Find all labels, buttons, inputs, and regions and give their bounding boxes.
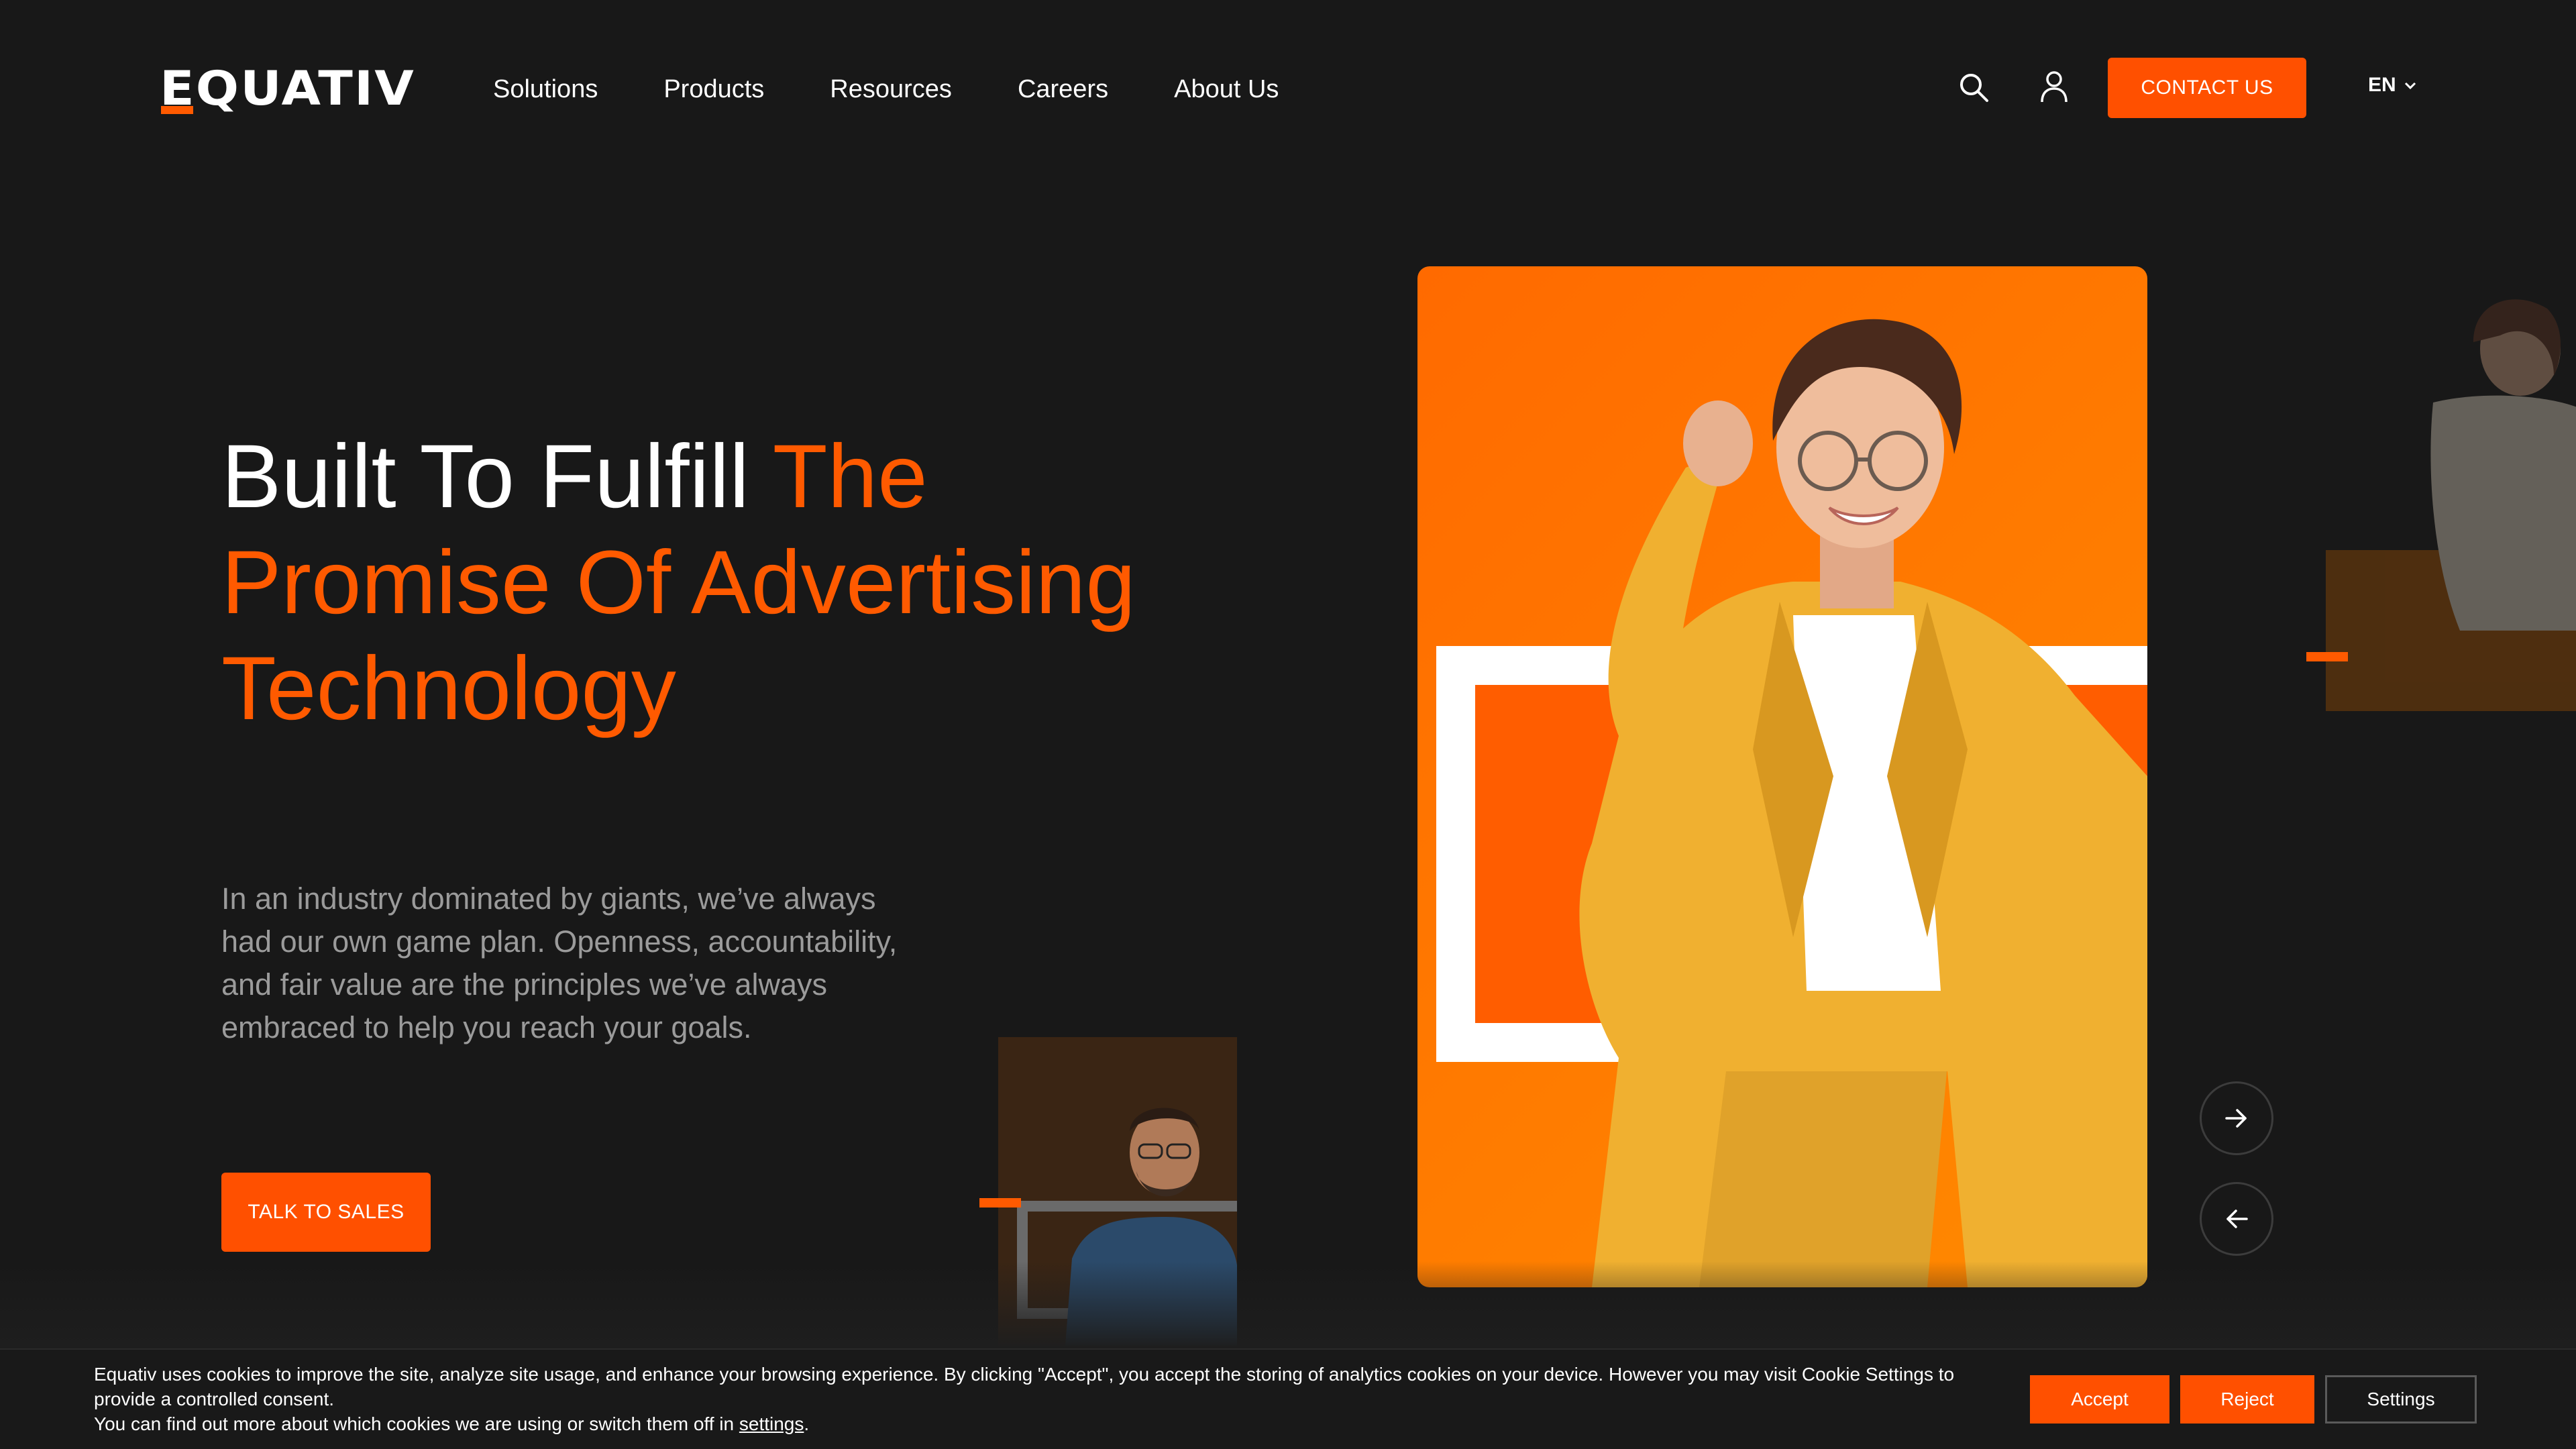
language-selector[interactable]: EN: [2368, 74, 2418, 97]
logo-wordmark: EQUATIV: [160, 61, 415, 116]
cookie-accept-button[interactable]: Accept: [2030, 1375, 2169, 1424]
logo-accent-bar: [161, 106, 193, 114]
hero-title-accent-3: Technology: [221, 639, 676, 739]
cookie-message-line1: Equativ uses cookies to improve the site…: [94, 1364, 1955, 1409]
nav-item-careers[interactable]: Careers: [1018, 70, 1108, 109]
chevron-down-icon: [2404, 82, 2416, 90]
nav-item-solutions[interactable]: Solutions: [493, 70, 598, 109]
hero-title-white: Built To Fulfill: [221, 427, 749, 527]
cookie-message-line2-prefix: You can find out more about which cookie…: [94, 1413, 739, 1434]
cookie-message: Equativ uses cookies to improve the site…: [94, 1362, 1972, 1436]
user-icon[interactable]: [2039, 70, 2069, 103]
carousel-prev-button[interactable]: [2200, 1182, 2273, 1256]
cookie-settings-link[interactable]: settings: [739, 1413, 804, 1434]
hero-title-accent-2: Promise Of Advertising: [221, 533, 1136, 633]
language-label: EN: [2368, 74, 2396, 96]
cookie-reject-button[interactable]: Reject: [2180, 1375, 2314, 1424]
carousel-next-button[interactable]: [2200, 1081, 2273, 1155]
bottom-shade: [0, 1261, 2576, 1348]
cookie-message-line2-suffix: .: [804, 1413, 810, 1434]
accent-dash-right: [2306, 652, 2348, 661]
nav-item-about-us[interactable]: About Us: [1174, 70, 1279, 109]
woman-cheering-image: [2430, 299, 2576, 631]
main-nav: Solutions Products Resources Careers Abo…: [493, 70, 1344, 109]
hero-title-accent-1: The: [772, 427, 928, 527]
hero-title: Built To Fulfill The Promise Of Advertis…: [221, 424, 1228, 742]
search-icon[interactable]: [1957, 71, 1990, 103]
equativ-logo[interactable]: EQUATIV: [160, 64, 417, 117]
arrow-right-icon: [2225, 1109, 2247, 1128]
talk-to-sales-button[interactable]: TALK TO SALES: [221, 1173, 431, 1252]
hero-main-image-card: [1417, 266, 2147, 1287]
accent-dash: [979, 1198, 1021, 1208]
cookie-settings-button[interactable]: Settings: [2325, 1375, 2477, 1424]
contact-us-button[interactable]: CONTACT US: [2108, 58, 2306, 118]
nav-item-resources[interactable]: Resources: [830, 70, 952, 109]
woman-portrait-image: [1579, 319, 2147, 1287]
hero-description: In an industry dominated by giants, we’v…: [221, 881, 898, 1044]
site-header: EQUATIV Solutions Products Resources Car…: [0, 0, 2576, 174]
arrow-left-icon: [2226, 1210, 2248, 1228]
carousel-thumbnail-right[interactable]: [2326, 282, 2576, 718]
nav-item-products[interactable]: Products: [663, 70, 764, 109]
